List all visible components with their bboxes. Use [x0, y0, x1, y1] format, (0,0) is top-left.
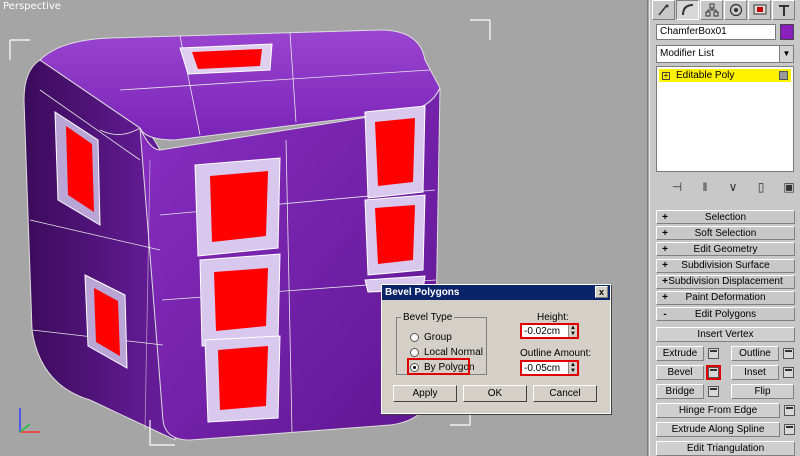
stack-item-label: Editable Poly: [676, 70, 735, 81]
hinge-from-edge-button[interactable]: Hinge From Edge: [656, 403, 780, 418]
inset-button[interactable]: Inset: [731, 365, 779, 380]
create-tab[interactable]: [652, 0, 675, 20]
motion-tab[interactable]: [724, 0, 747, 20]
inset-settings-icon[interactable]: [783, 367, 794, 378]
object-name-field[interactable]: ChamferBox01: [656, 24, 776, 40]
viewport-label[interactable]: Perspective: [3, 1, 61, 12]
edit-triangulation-button[interactable]: Edit Triangulation: [656, 441, 795, 456]
radio-local-normal[interactable]: Local Normal: [410, 347, 483, 358]
ok-button[interactable]: OK: [463, 385, 527, 402]
insert-vertex-button[interactable]: Insert Vertex: [656, 327, 795, 342]
extrude-along-spline-settings-icon[interactable]: [784, 424, 795, 435]
modifier-list-dropdown[interactable]: Modifier List ▼: [656, 45, 794, 63]
radio-group[interactable]: Group: [410, 332, 452, 343]
extrude-button[interactable]: Extrude: [656, 346, 704, 361]
edit-polygons-panel: Insert Vertex Extrude Outline Bevel Inse…: [656, 327, 795, 456]
motion-icon: [729, 3, 742, 17]
utilities-tab[interactable]: [772, 0, 795, 20]
modify-icon: [681, 4, 693, 16]
bridge-button[interactable]: Bridge: [656, 384, 704, 399]
height-label: Height:: [537, 312, 569, 323]
extrude-along-spline-button[interactable]: Extrude Along Spline: [656, 422, 780, 437]
rollout-subdivision-displacement[interactable]: + Subdivision Displacement: [656, 274, 795, 289]
rollout-paint-deformation[interactable]: + Paint Deformation: [656, 290, 795, 305]
axis-tripod-icon: [19, 408, 40, 433]
rollout-label: Subdivision Displacement: [668, 276, 783, 288]
rollout-label: Edit Polygons: [694, 308, 757, 320]
rollout-label: Soft Selection: [694, 227, 757, 239]
outline-button[interactable]: Outline: [731, 346, 779, 361]
create-icon: [657, 4, 668, 16]
outline-amount-label: Outline Amount:: [520, 348, 592, 359]
rollout-edit-geometry[interactable]: + Edit Geometry: [656, 242, 795, 257]
hierarchy-icon: [705, 3, 718, 17]
remove-modifier-icon[interactable]: ▯: [754, 180, 768, 194]
pin-stack-icon[interactable]: ⊣: [670, 180, 684, 194]
highlight-box: [407, 358, 470, 375]
radio-label: Local Normal: [424, 347, 483, 358]
extrude-settings-icon[interactable]: [708, 348, 719, 359]
chevron-down-icon[interactable]: ▼: [779, 46, 793, 62]
hierarchy-tab[interactable]: [700, 0, 723, 20]
flip-button[interactable]: Flip: [731, 384, 794, 399]
rollout-label: Edit Geometry: [693, 243, 758, 255]
bevel-settings-icon[interactable]: [706, 365, 721, 380]
command-panel-tabs: [652, 0, 795, 20]
stack-toolbar: ⊣ ‖ ∨ ▯ ▣: [670, 180, 796, 194]
object-color-swatch[interactable]: [780, 24, 794, 40]
radio-dot: [410, 348, 419, 357]
display-tab[interactable]: [748, 0, 771, 20]
rollout-label: Paint Deformation: [685, 292, 766, 304]
hinge-settings-icon[interactable]: [784, 405, 795, 416]
stack-item-editable-poly[interactable]: + Editable Poly: [659, 69, 791, 82]
spinner-arrows-icon[interactable]: ▲ ▼: [568, 325, 577, 337]
dialog-close-button[interactable]: x: [595, 286, 608, 298]
outline-amount-input[interactable]: [522, 362, 568, 374]
modifier-icon: [779, 71, 788, 80]
bevel-type-label: Bevel Type: [401, 312, 455, 323]
rollout-soft-selection[interactable]: + Soft Selection: [656, 226, 795, 241]
rollouts: + Selection + Soft Selection + Edit Geometr…: [656, 210, 795, 323]
show-end-result-icon[interactable]: ‖: [698, 180, 712, 194]
height-input[interactable]: [522, 325, 568, 337]
radio-label: Group: [424, 332, 452, 343]
bevel-button[interactable]: Bevel: [656, 365, 704, 380]
outline-settings-icon[interactable]: [783, 348, 794, 359]
utilities-icon: [778, 5, 789, 16]
rollout-label: Selection: [704, 211, 747, 223]
bridge-settings-icon[interactable]: [708, 386, 719, 397]
apply-button[interactable]: Apply: [393, 385, 457, 402]
radio-dot: [410, 333, 419, 342]
outline-amount-spinner[interactable]: ▲▼: [520, 360, 579, 376]
configure-modifier-sets-icon[interactable]: ▣: [782, 180, 796, 194]
modifier-list-label: Modifier List: [660, 48, 714, 59]
spinner-arrows-icon[interactable]: ▲ ▼: [568, 362, 577, 374]
cancel-button[interactable]: Cancel: [533, 385, 597, 402]
expand-icon[interactable]: +: [662, 71, 670, 80]
modifier-stack[interactable]: + Editable Poly: [656, 66, 794, 172]
modify-tab[interactable]: [676, 0, 699, 20]
bevel-polygons-dialog: Bevel Polygons x Bevel Type Group Local …: [381, 284, 611, 414]
display-icon: [753, 4, 766, 15]
command-panel: ChamferBox01 Modifier List ▼ + Editable …: [649, 0, 800, 456]
make-unique-icon[interactable]: ∨: [726, 180, 740, 194]
rollout-selection[interactable]: + Selection: [656, 210, 795, 224]
height-spinner[interactable]: ▲▼: [520, 323, 579, 339]
rollout-subdivision-surface[interactable]: + Subdivision Surface: [656, 258, 795, 273]
rollout-label: Subdivision Surface: [681, 260, 770, 272]
rollout-edit-polygons[interactable]: - Edit Polygons: [656, 307, 795, 322]
dialog-title: Bevel Polygons: [385, 287, 460, 298]
